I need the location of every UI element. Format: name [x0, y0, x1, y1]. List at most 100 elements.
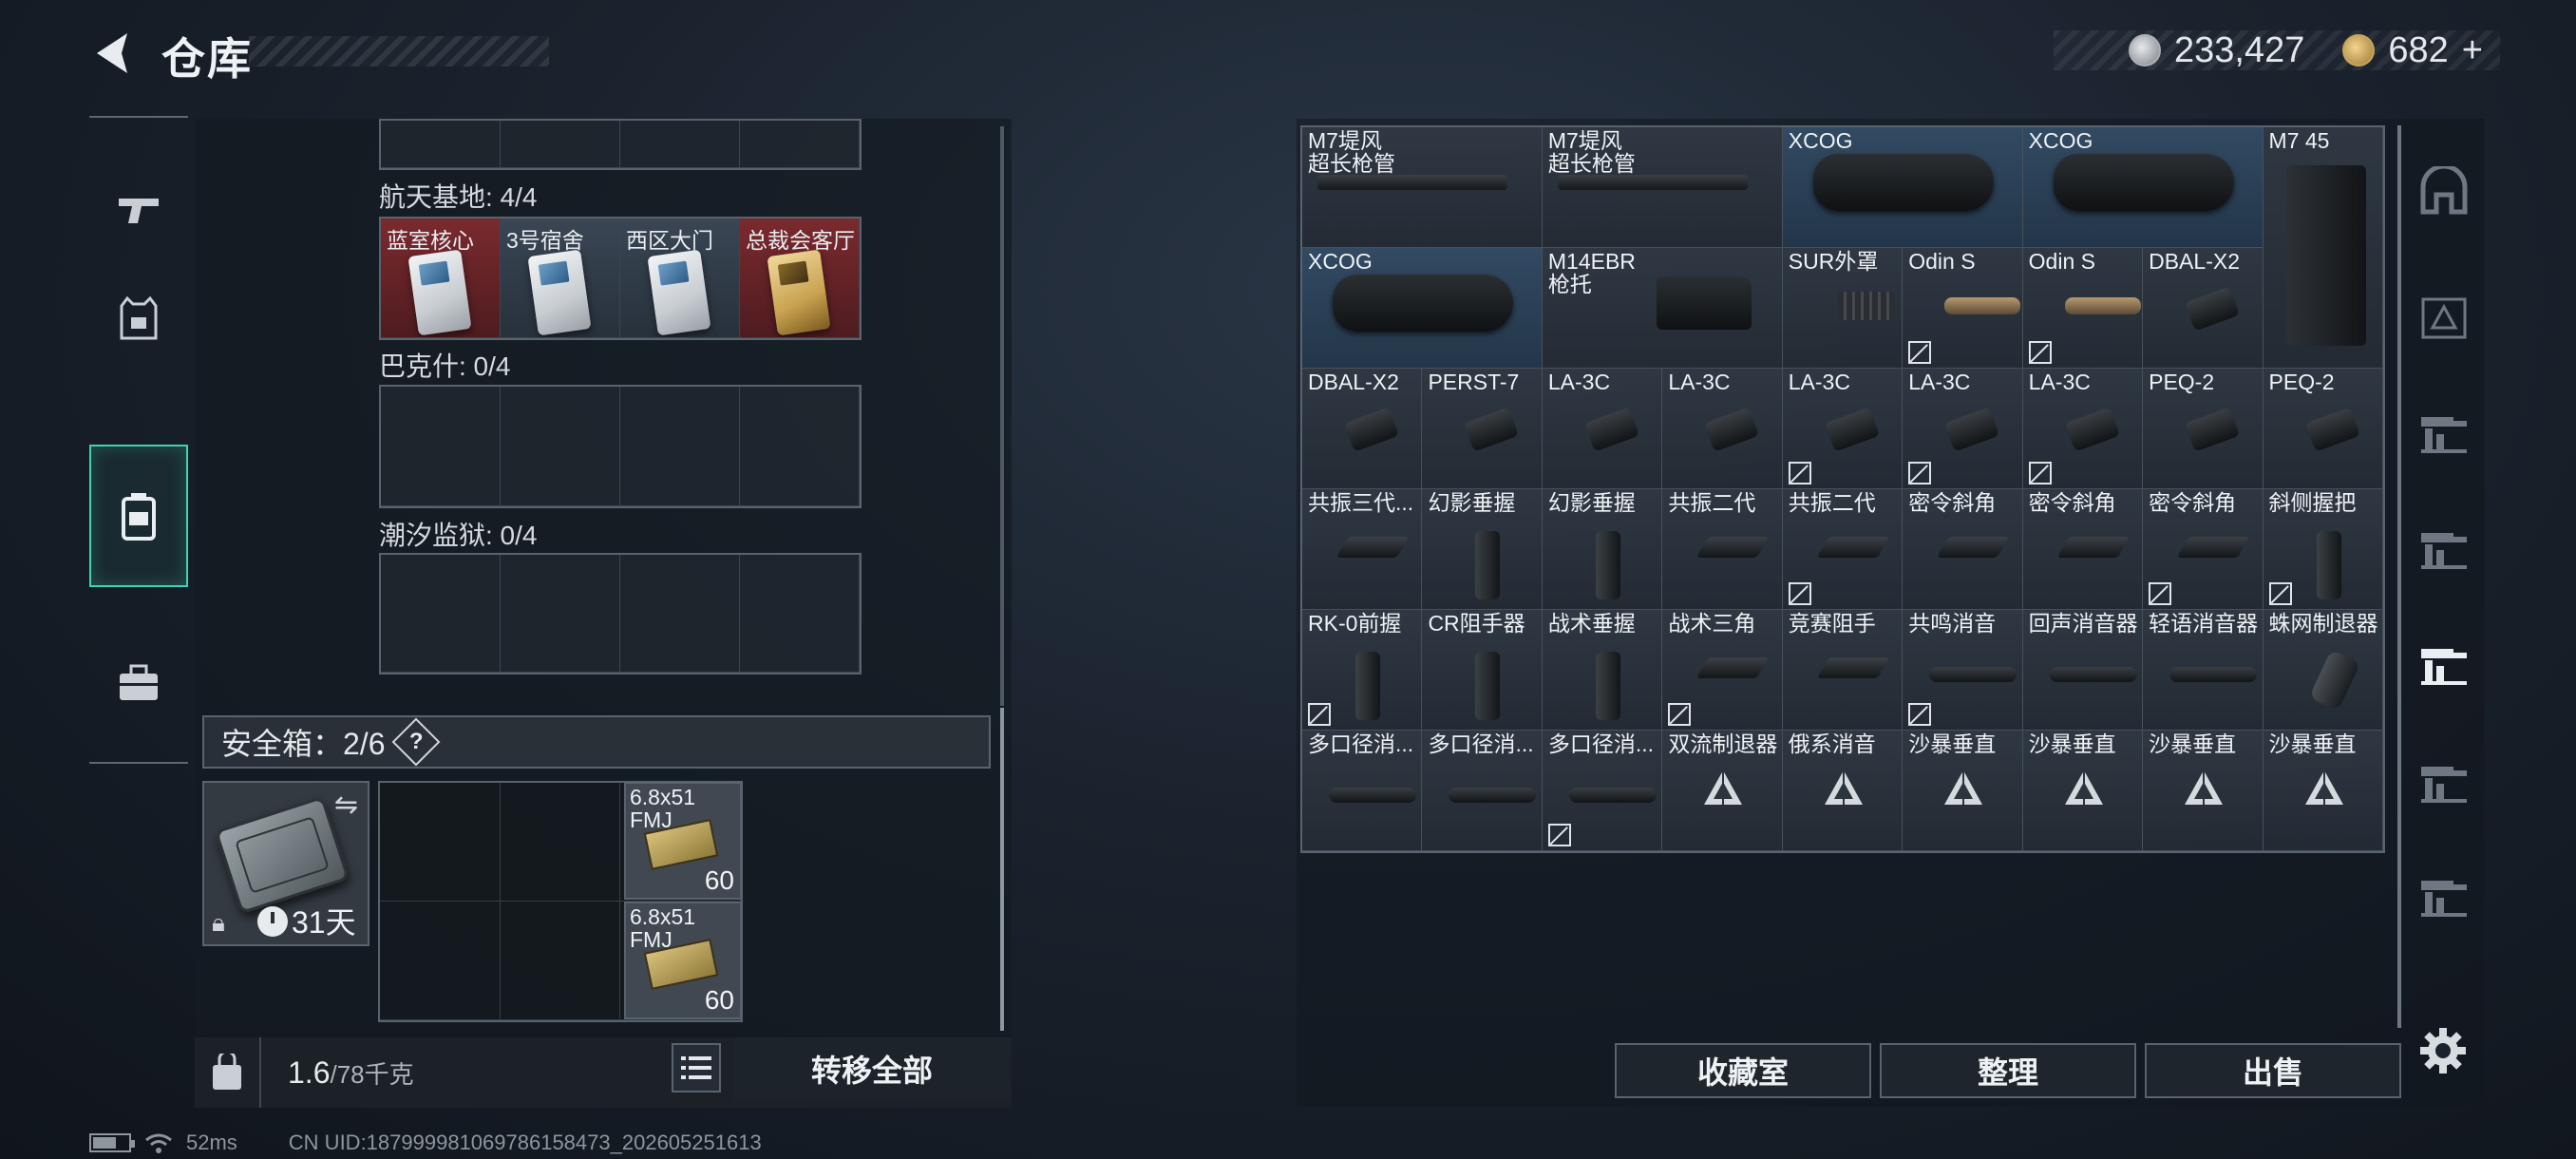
- keycard-slot[interactable]: 西区大门: [620, 218, 740, 338]
- storage-item[interactable]: LA-3C: [2022, 369, 2144, 489]
- storage-item[interactable]: 战术三角: [1662, 610, 1783, 731]
- keycard-grid-1: 蓝室核心 3号宿舍 西区大门 总裁会客厅: [379, 217, 862, 340]
- unknown-item-icon: [2304, 770, 2343, 805]
- nav-weapons[interactable]: [89, 158, 188, 262]
- storage-item[interactable]: M7堤风 超长枪管: [1542, 127, 1783, 248]
- storage-item[interactable]: PEQ-2: [2143, 369, 2263, 489]
- ammo-item[interactable]: 6.8x51 FMJ 60: [624, 902, 742, 1019]
- empty-slot[interactable]: [500, 902, 621, 1020]
- empty-slot[interactable]: [501, 387, 620, 506]
- storage-item[interactable]: CR阻手器: [1422, 610, 1543, 731]
- storage-item[interactable]: 多口径消...: [1422, 731, 1543, 851]
- storage-item[interactable]: 斜侧握把: [2263, 489, 2383, 610]
- empty-slot[interactable]: [381, 555, 501, 673]
- category-tab[interactable]: [2403, 503, 2485, 598]
- empty-slot[interactable]: [380, 902, 501, 1020]
- empty-slot[interactable]: [740, 555, 860, 673]
- storage-item[interactable]: M14EBR 枪托: [1542, 248, 1783, 369]
- storage-item[interactable]: 沙暴垂直: [2143, 731, 2263, 851]
- storage-item[interactable]: 沙暴垂直: [2263, 731, 2383, 851]
- storage-item[interactable]: 沙暴垂直: [1903, 731, 2023, 851]
- no-trade-icon: [1788, 582, 1811, 605]
- category-tab[interactable]: [2403, 618, 2485, 713]
- keycard-slot[interactable]: 3号宿舍: [501, 218, 620, 338]
- storage-scrollbar[interactable]: [2397, 125, 2401, 1028]
- storage-item[interactable]: LA-3C: [1782, 369, 1904, 489]
- storage-item[interactable]: 多口径消...: [1542, 731, 1663, 851]
- keycard-slot[interactable]: 总裁会客厅: [740, 218, 860, 338]
- storage-item[interactable]: DBAL-X2: [2143, 248, 2263, 369]
- ammo-item[interactable]: 6.8x51 FMJ 60: [624, 782, 742, 900]
- storage-item[interactable]: XCOG: [1782, 127, 2023, 248]
- storage-item[interactable]: 战术垂握: [1542, 610, 1663, 731]
- safe-case-slot[interactable]: ⇋ 🔒︎ 31天: [202, 781, 369, 946]
- storage-item[interactable]: 幻影垂握: [1422, 489, 1543, 610]
- storage-item[interactable]: DBAL-X2: [1302, 369, 1423, 489]
- category-tab[interactable]: [2403, 736, 2485, 831]
- backpack-scrollbar-thumb[interactable]: [1000, 708, 1004, 1031]
- category-tab[interactable]: [2403, 850, 2485, 945]
- category-tab[interactable]: [2403, 387, 2485, 482]
- storage-item[interactable]: 共鸣消音: [1903, 610, 2023, 731]
- keycard-slot[interactable]: 蓝室核心: [381, 218, 501, 338]
- storage-item[interactable]: 轻语消音器: [2143, 610, 2263, 731]
- storage-item[interactable]: 密令斜角: [2022, 489, 2144, 610]
- storage-item[interactable]: 共振三代...: [1302, 489, 1423, 610]
- storage-item[interactable]: 密令斜角: [1903, 489, 2023, 610]
- storage-item[interactable]: 共振二代: [1662, 489, 1783, 610]
- empty-slot[interactable]: [501, 555, 620, 673]
- empty-slot[interactable]: [500, 783, 621, 902]
- category-tab[interactable]: [2403, 145, 2485, 240]
- collection-room-button[interactable]: 收藏室: [1615, 1043, 1871, 1098]
- storage-item[interactable]: 蛛网制退器: [2263, 610, 2383, 731]
- empty-slot[interactable]: [381, 121, 501, 168]
- list-view-button[interactable]: [672, 1043, 721, 1092]
- backpack-scrollbar-track[interactable]: [1000, 126, 1004, 706]
- empty-slot[interactable]: [620, 121, 740, 168]
- suppr-icon: [1568, 788, 1657, 803]
- empty-slot[interactable]: [620, 387, 740, 506]
- storage-item[interactable]: Odin S: [2022, 248, 2144, 369]
- nav-case[interactable]: [89, 631, 188, 735]
- storage-item[interactable]: LA-3C: [1903, 369, 2023, 489]
- storage-item[interactable]: 竞赛阻手: [1782, 610, 1904, 731]
- empty-slot[interactable]: [501, 121, 620, 168]
- storage-item[interactable]: 密令斜角: [2143, 489, 2263, 610]
- nav-armor[interactable]: [89, 266, 188, 370]
- storage-item[interactable]: LA-3C: [1662, 369, 1783, 489]
- nav-backpack[interactable]: [89, 445, 188, 587]
- add-currency-button[interactable]: +: [2462, 30, 2483, 71]
- storage-item[interactable]: 双流制退器: [1662, 731, 1783, 851]
- empty-slot[interactable]: [380, 783, 501, 902]
- settings-button[interactable]: [2416, 1024, 2470, 1077]
- sell-button[interactable]: 出售: [2145, 1043, 2401, 1098]
- sort-button[interactable]: 整理: [1880, 1043, 2136, 1098]
- storage-item[interactable]: M7堤风 超长枪管: [1302, 127, 1543, 248]
- swap-icon[interactable]: ⇋: [334, 788, 358, 822]
- storage-item[interactable]: SUR外罩: [1782, 248, 1904, 369]
- storage-item[interactable]: RK-0前握: [1302, 610, 1423, 731]
- storage-item[interactable]: PERST-7: [1422, 369, 1543, 489]
- gold-amount: 682: [2388, 29, 2449, 70]
- back-button[interactable]: [84, 27, 141, 80]
- storage-item[interactable]: 多口径消...: [1302, 731, 1423, 851]
- storage-item[interactable]: 俄系消音: [1782, 731, 1904, 851]
- storage-item[interactable]: XCOG: [1302, 248, 1543, 369]
- empty-slot[interactable]: [740, 121, 860, 168]
- empty-slot[interactable]: [381, 387, 501, 506]
- storage-item[interactable]: 幻影垂握: [1542, 489, 1663, 610]
- storage-item[interactable]: Odin S: [1903, 248, 2023, 369]
- category-tab[interactable]: [2403, 271, 2485, 366]
- storage-item[interactable]: 共振二代: [1782, 489, 1904, 610]
- grip-vert-icon: [1595, 531, 1620, 599]
- storage-item[interactable]: LA-3C: [1542, 369, 1663, 489]
- storage-item[interactable]: M7 45: [2263, 127, 2383, 369]
- storage-item[interactable]: 回声消音器: [2022, 610, 2144, 731]
- empty-slot[interactable]: [740, 387, 860, 506]
- storage-item[interactable]: 沙暴垂直: [2022, 731, 2144, 851]
- storage-item[interactable]: XCOG: [2022, 127, 2263, 248]
- empty-slot[interactable]: [620, 555, 740, 673]
- storage-item[interactable]: PEQ-2: [2263, 369, 2383, 489]
- help-button[interactable]: ?: [391, 717, 440, 767]
- transfer-all-button[interactable]: 转移全部: [733, 1037, 1011, 1100]
